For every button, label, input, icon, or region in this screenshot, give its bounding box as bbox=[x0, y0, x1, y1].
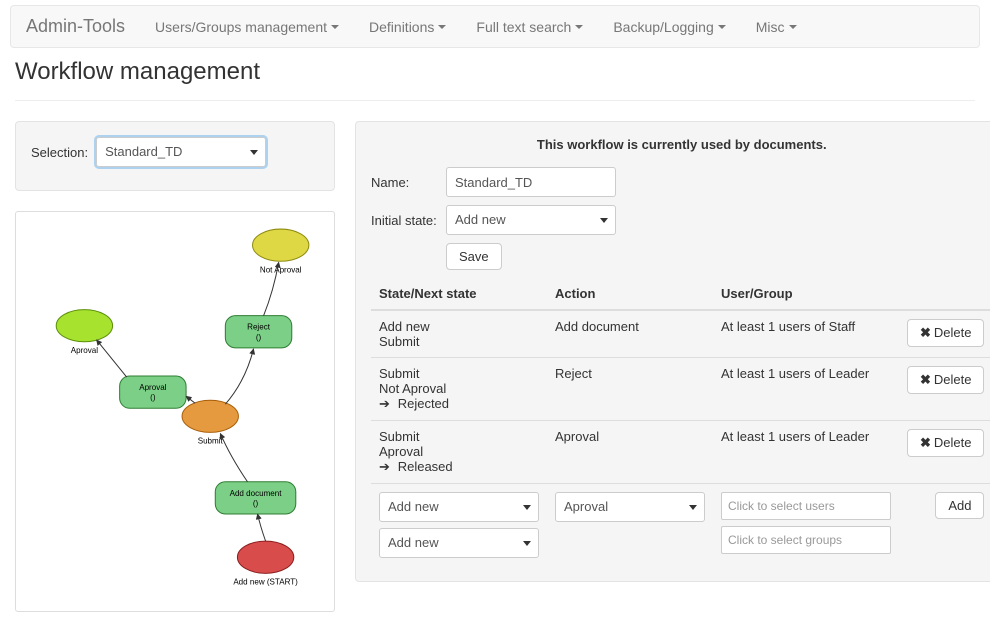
x-icon: ✖ bbox=[920, 435, 931, 450]
state-line: Submit bbox=[379, 429, 539, 444]
table-row: Add new Submit Add document At least 1 u… bbox=[371, 310, 990, 358]
state-line: Submit bbox=[379, 366, 539, 381]
caret-icon bbox=[331, 25, 339, 29]
caret-icon bbox=[438, 25, 446, 29]
th-action: Action bbox=[547, 278, 713, 310]
delete-button[interactable]: ✖Delete bbox=[907, 429, 984, 457]
nav-fulltext[interactable]: Full text search bbox=[461, 9, 598, 45]
state-line: Not Aproval bbox=[379, 381, 539, 396]
arrow-right-icon: ➔ bbox=[379, 397, 398, 412]
node-aproval-end bbox=[56, 310, 112, 342]
x-icon: ✖ bbox=[920, 325, 931, 340]
state-line: Submit bbox=[379, 334, 539, 349]
user-cell: At least 1 users of Leader bbox=[713, 421, 899, 484]
nav-misc[interactable]: Misc bbox=[741, 9, 812, 45]
delete-button[interactable]: ✖Delete bbox=[907, 366, 984, 394]
label-reject-sub: () bbox=[256, 333, 262, 342]
label-aproval: Aproval bbox=[139, 383, 166, 392]
top-navbar: Admin-Tools Users/Groups management Defi… bbox=[10, 5, 980, 48]
state-line: Aproval bbox=[379, 444, 539, 459]
label-aproval-end: Aproval bbox=[71, 346, 98, 355]
edge bbox=[258, 514, 266, 541]
add-row: Add new Add new Aproval Cli bbox=[371, 484, 990, 567]
caret-icon bbox=[718, 25, 726, 29]
initial-state-label: Initial state: bbox=[371, 213, 446, 228]
nav-label: Definitions bbox=[369, 19, 434, 35]
th-user: User/Group bbox=[713, 278, 899, 310]
x-icon: ✖ bbox=[920, 372, 931, 387]
edge bbox=[186, 396, 195, 403]
label-add-doc-sub: () bbox=[253, 499, 259, 508]
nav-label: Full text search bbox=[476, 19, 571, 35]
label-add-doc: Add document bbox=[230, 489, 283, 498]
page-header: Workflow management bbox=[15, 58, 975, 101]
edge bbox=[96, 340, 126, 377]
nav-label: Users/Groups management bbox=[155, 19, 327, 35]
groups-token-input[interactable]: Click to select groups bbox=[721, 526, 891, 554]
action-cell: Add document bbox=[547, 310, 713, 358]
add-action-select[interactable]: Aproval bbox=[555, 492, 705, 522]
node-submit bbox=[182, 400, 238, 432]
users-token-input[interactable]: Click to select users bbox=[721, 492, 891, 520]
th-empty bbox=[899, 278, 990, 310]
table-row: Submit Aproval ➔ Released Aproval At lea… bbox=[371, 421, 990, 484]
nav-label: Misc bbox=[756, 19, 785, 35]
nav-label: Backup/Logging bbox=[613, 19, 713, 35]
nav-users-groups[interactable]: Users/Groups management bbox=[140, 9, 354, 45]
workflow-info: This workflow is currently used by docum… bbox=[371, 137, 990, 152]
caret-icon bbox=[575, 25, 583, 29]
delete-button[interactable]: ✖Delete bbox=[907, 319, 984, 347]
selection-panel: Selection: Standard_TD bbox=[15, 121, 335, 191]
label-start: Add new (START) bbox=[233, 577, 298, 586]
selection-label: Selection: bbox=[31, 145, 88, 160]
node-start bbox=[237, 541, 293, 573]
page-title: Workflow management bbox=[15, 58, 975, 86]
workflow-form-panel: This workflow is currently used by docum… bbox=[355, 121, 990, 582]
brand[interactable]: Admin-Tools bbox=[26, 6, 140, 47]
label-reject: Reject bbox=[247, 323, 271, 332]
caret-icon bbox=[789, 25, 797, 29]
nav-backup[interactable]: Backup/Logging bbox=[598, 9, 740, 45]
label-not-aproval: Not Aproval bbox=[260, 265, 302, 274]
state-line: Add new bbox=[379, 319, 539, 334]
initial-state-select[interactable]: Add new bbox=[446, 205, 616, 235]
save-button[interactable]: Save bbox=[446, 243, 502, 270]
label-aproval-sub: () bbox=[150, 393, 156, 402]
type-label: Released bbox=[398, 459, 453, 474]
user-cell: At least 1 users of Staff bbox=[713, 310, 899, 358]
action-cell: Aproval bbox=[547, 421, 713, 484]
edge bbox=[220, 433, 247, 481]
workflow-diagram: Not Aproval Aproval Reject () Aproval ()… bbox=[15, 211, 335, 612]
add-state-select[interactable]: Add new bbox=[379, 492, 539, 522]
nav-definitions[interactable]: Definitions bbox=[354, 9, 461, 45]
transitions-table: State/Next state Action User/Group Add n… bbox=[371, 278, 990, 566]
name-input[interactable] bbox=[446, 167, 616, 197]
th-state: State/Next state bbox=[371, 278, 547, 310]
arrow-right-icon: ➔ bbox=[379, 460, 398, 475]
action-cell: Reject bbox=[547, 358, 713, 421]
node-not-aproval bbox=[253, 229, 309, 261]
name-label: Name: bbox=[371, 175, 446, 190]
table-row: Submit Not Aproval ➔ Rejected Reject At … bbox=[371, 358, 990, 421]
user-cell: At least 1 users of Leader bbox=[713, 358, 899, 421]
edge bbox=[225, 349, 253, 404]
label-submit: Submit bbox=[198, 436, 224, 445]
selection-select[interactable]: Standard_TD bbox=[96, 137, 266, 167]
diagram-svg: Not Aproval Aproval Reject () Aproval ()… bbox=[24, 220, 326, 603]
add-next-select[interactable]: Add new bbox=[379, 528, 539, 558]
add-button[interactable]: Add bbox=[935, 492, 984, 519]
type-label: Rejected bbox=[398, 396, 449, 411]
